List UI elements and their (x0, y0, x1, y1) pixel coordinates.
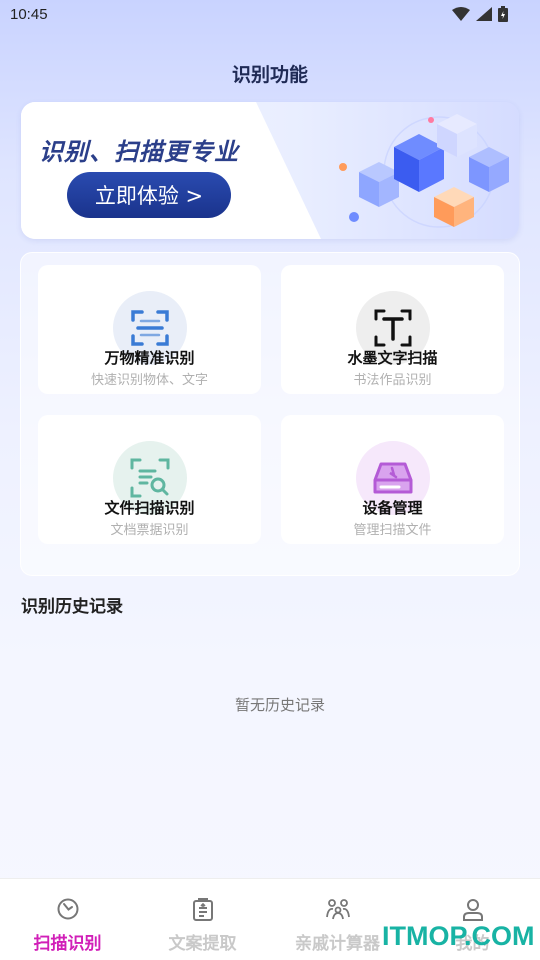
signal-icon (476, 7, 492, 21)
status-bar: 10:45 (0, 0, 540, 30)
feature-panel: 万物精准识别 快速识别物体、文字 水墨文字扫描 书法作品识别 文件扫描识别 文档… (20, 252, 520, 576)
nav-tab-text-extract[interactable]: 文案提取 (135, 879, 270, 960)
nav-label: 扫描识别 (33, 934, 102, 954)
status-time: 10:45 (10, 6, 48, 23)
feature-title: 设备管理 (362, 499, 423, 517)
history-empty-message: 暂无历史记录 (234, 696, 325, 714)
banner-headline: 识别、扫描更专业 (39, 138, 239, 166)
status-icons (452, 6, 508, 22)
feature-subtitle: 文档票据识别 (110, 523, 189, 538)
battery-icon (498, 6, 508, 22)
try-now-button[interactable]: 立即体验 > (67, 172, 231, 218)
feature-card-calligraphy-scan[interactable]: 水墨文字扫描 书法作品识别 (281, 265, 504, 394)
page-title: 识别功能 (231, 64, 308, 86)
feature-title: 文件扫描识别 (104, 499, 195, 517)
feature-title: 万物精准识别 (104, 349, 195, 367)
feature-card-object-recognition[interactable]: 万物精准识别 快速识别物体、文字 (38, 265, 261, 394)
feature-card-document-scan[interactable]: 文件扫描识别 文档票据识别 (38, 415, 261, 544)
banner-cubes-illustration (319, 102, 519, 239)
feature-title: 水墨文字扫描 (347, 349, 438, 367)
feature-subtitle: 快速识别物体、文字 (90, 373, 208, 388)
feature-subtitle: 管理扫描文件 (353, 523, 432, 538)
feature-subtitle: 书法作品识别 (353, 373, 432, 388)
history-section-title: 识别历史记录 (21, 597, 123, 617)
family-nav-icon (325, 897, 351, 925)
nav-tab-scan[interactable]: 扫描识别 (0, 879, 135, 960)
banner-text-panel (21, 102, 321, 239)
nav-label: 文案提取 (168, 934, 237, 954)
clipboard-nav-icon (192, 897, 214, 925)
scan-nav-icon (56, 897, 80, 925)
promo-banner[interactable]: 识别、扫描更专业 立即体验 > (21, 102, 519, 239)
site-watermark: ITMOP.COM (382, 921, 535, 951)
wifi-icon (452, 7, 470, 21)
feature-card-device-management[interactable]: 设备管理 管理扫描文件 (281, 415, 504, 544)
